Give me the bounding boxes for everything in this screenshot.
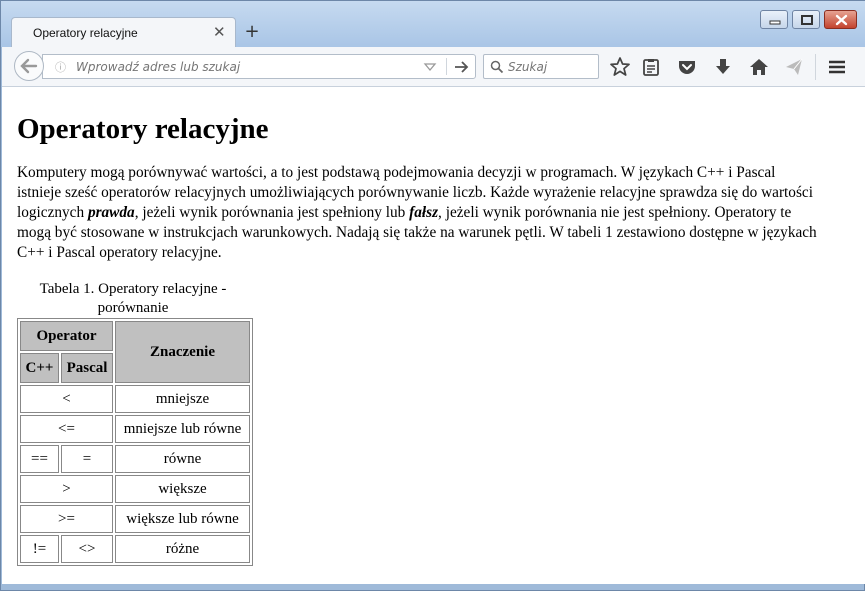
tab-operatory-relacyjne[interactable]: Operatory relacyjne ✕	[11, 17, 236, 48]
table-row: > większe	[20, 475, 250, 503]
search-box[interactable]	[483, 54, 599, 79]
chevron-down-icon[interactable]	[423, 59, 437, 75]
url-input[interactable]	[76, 57, 416, 76]
meaning-cell: równe	[115, 445, 250, 473]
divider	[446, 58, 447, 75]
pascal-operator-cell: <>	[61, 535, 113, 563]
header-cpp: C++	[20, 353, 59, 383]
home-icon[interactable]	[747, 55, 771, 79]
table-row: >= większe lub równe	[20, 505, 250, 533]
operator-cell: <	[20, 385, 113, 413]
divider	[815, 54, 816, 80]
minimize-icon	[769, 20, 781, 25]
browser-window: Operatory relacyjne ✕ + ⓘ Wprowadź adres…	[0, 0, 865, 591]
minimize-button[interactable]	[760, 10, 788, 29]
header-pascal: Pascal	[61, 353, 113, 383]
header-meaning: Znaczenie	[115, 321, 250, 383]
new-tab-button[interactable]: +	[243, 21, 261, 43]
search-icon	[490, 60, 504, 74]
intro-text-2: , jeżeli wynik porównania jest spełniony…	[134, 204, 410, 221]
operator-cell: >	[20, 475, 113, 503]
maximize-icon	[801, 15, 813, 25]
intro-true-word: prawda	[87, 204, 135, 221]
meaning-cell: większe	[115, 475, 250, 503]
page-content: Operatory relacyjne Komputery mogą porów…	[2, 87, 865, 584]
tab-title: Operatory relacyjne	[33, 26, 138, 40]
meaning-cell: większe lub równe	[115, 505, 250, 533]
header-operator: Operator	[20, 321, 113, 351]
close-window-button[interactable]	[824, 10, 857, 29]
table-row: < mniejsze	[20, 385, 250, 413]
back-arrow-icon	[20, 58, 38, 74]
info-icon[interactable]: ⓘ	[55, 59, 66, 75]
operator-cell: <=	[20, 415, 113, 443]
hamburger-menu-icon[interactable]	[825, 55, 849, 79]
meaning-cell: mniejsze lub równe	[115, 415, 250, 443]
intro-false-word: fałsz	[409, 204, 439, 221]
search-input[interactable]	[508, 58, 594, 75]
table-caption: Tabela 1. Operatory relacyjne - porównan…	[39, 281, 227, 316]
table-row: == = równe	[20, 445, 250, 473]
go-arrow-icon[interactable]	[453, 58, 469, 76]
download-icon[interactable]	[711, 55, 735, 79]
pocket-icon[interactable]	[675, 55, 699, 79]
navigation-toolbar: ⓘ	[2, 47, 865, 87]
intro-paragraph: Komputery mogą porównywać wartości, a to…	[17, 163, 817, 263]
address-bar[interactable]: ⓘ	[42, 54, 476, 79]
cpp-operator-cell: ==	[20, 445, 59, 473]
title-bar: Operatory relacyjne ✕ +	[1, 1, 865, 48]
meaning-cell: mniejsze	[115, 385, 250, 413]
article: Operatory relacyjne Komputery mogą porów…	[17, 87, 817, 566]
close-icon	[835, 14, 848, 26]
cpp-operator-cell: !=	[20, 535, 59, 563]
table-row: <= mniejsze lub równe	[20, 415, 250, 443]
maximize-button[interactable]	[792, 10, 820, 29]
pascal-operator-cell: =	[61, 445, 113, 473]
back-button[interactable]	[14, 51, 44, 81]
clipboard-icon[interactable]	[639, 55, 663, 79]
close-tab-icon[interactable]: ✕	[213, 22, 226, 42]
operator-cell: >=	[20, 505, 113, 533]
meaning-cell: różne	[115, 535, 250, 563]
table-row: != <> różne	[20, 535, 250, 563]
send-icon[interactable]	[782, 55, 806, 79]
page-title: Operatory relacyjne	[17, 113, 269, 145]
operators-table: Operator Znaczenie C++ Pascal < mniejsze <…	[17, 318, 253, 566]
star-icon[interactable]	[608, 55, 632, 79]
